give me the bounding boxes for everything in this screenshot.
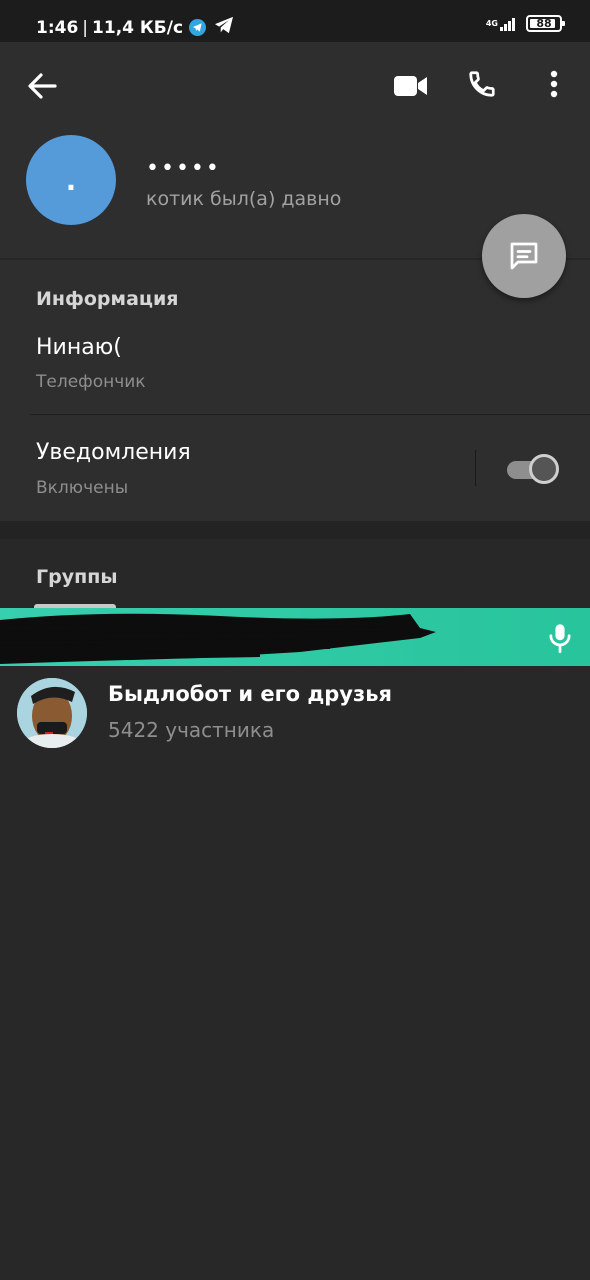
network-type: 4G (485, 18, 498, 28)
section-gap (0, 521, 590, 539)
row-divider (30, 414, 590, 415)
status-speed: 11,4 КБ/с (92, 17, 184, 38)
avatar[interactable]: . (26, 135, 116, 225)
back-button[interactable] (20, 64, 64, 108)
notifications-title[interactable]: Уведомления (36, 440, 191, 465)
battery-icon: 88 (526, 15, 565, 32)
battery-text: 88 (536, 17, 552, 30)
toggle-knob (529, 454, 559, 484)
video-call-button[interactable] (388, 64, 434, 108)
telegram-icon (189, 19, 207, 36)
group-name: Быдлобот и его друзья (108, 682, 392, 706)
bio-text[interactable]: Нинаю( (36, 335, 122, 360)
avatar-initial: . (65, 163, 77, 197)
arrow-left-icon (28, 73, 57, 99)
microphone-icon[interactable] (546, 622, 574, 654)
phone-icon (469, 71, 495, 97)
status-left: 1:46 | 11,4 КБ/с (36, 16, 234, 39)
group-list-item[interactable]: Быдлобот и его друзья 5422 участника (0, 668, 590, 754)
profile-status: котик был(а) давно (146, 188, 342, 210)
group-avatar-image (17, 678, 87, 748)
groups-section-title: Группы (36, 566, 118, 588)
notifications-value: Включены (36, 478, 129, 498)
more-vertical-icon (550, 70, 558, 98)
redaction-scribble (0, 613, 436, 664)
status-right: 4G 88 (485, 15, 565, 32)
profile-name: ••••• (146, 156, 221, 181)
notifications-toggle[interactable] (507, 453, 559, 485)
info-section-title: Информация (36, 288, 179, 310)
voice-chat-bar[interactable] (0, 608, 590, 666)
info-section: Информация Нинаю( Телефончик Уведомления… (0, 260, 590, 521)
status-bar: 1:46 | 11,4 КБ/с 4G 88 (0, 0, 590, 42)
more-options-button[interactable] (532, 62, 576, 106)
message-icon (510, 242, 538, 270)
send-icon (214, 16, 234, 39)
vertical-separator (475, 450, 476, 486)
signal-icon (500, 17, 516, 31)
bio-label: Телефончик (36, 372, 146, 392)
video-camera-icon (394, 76, 427, 96)
status-time: 1:46 (36, 17, 79, 38)
status-separator: | (82, 17, 89, 38)
call-button[interactable] (460, 62, 504, 106)
group-member-count: 5422 участника (108, 718, 275, 742)
group-avatar (17, 678, 87, 748)
send-message-button[interactable] (482, 214, 566, 298)
